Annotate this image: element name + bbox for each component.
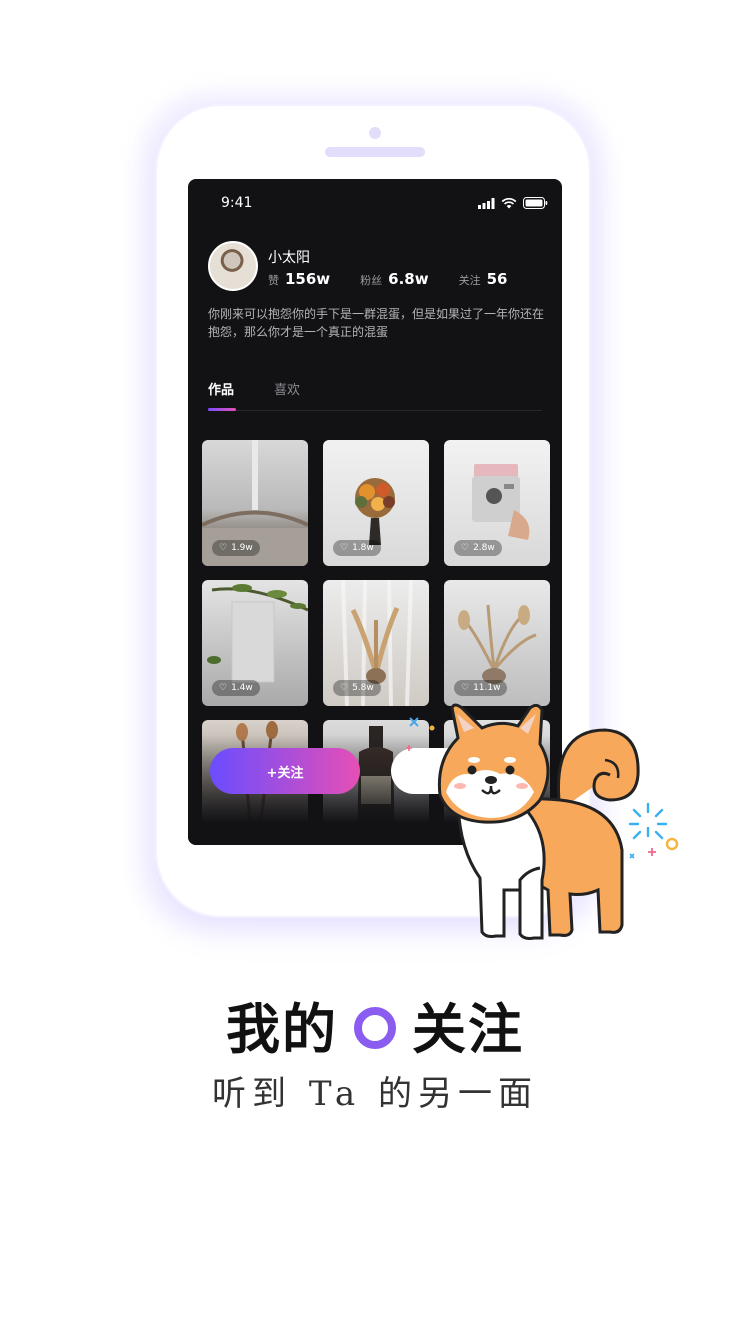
headline: 我的 关注 [0, 985, 750, 1064]
stat-fans[interactable]: 粉丝 6.8w [360, 270, 428, 288]
status-time: 9:41 [221, 195, 253, 211]
wifi-icon [501, 197, 517, 208]
tab-works[interactable]: 作品 [208, 379, 234, 398]
like-count-badge: ♡ 1.8w [333, 540, 381, 556]
profile-stats: 赞 156w 粉丝 6.8w 关注 56 [268, 270, 537, 288]
ring-sparkle-icon [665, 837, 679, 851]
like-count: 11.1w [473, 683, 501, 693]
sparkle-dot-icon [429, 725, 435, 731]
like-count: 1.4w [231, 683, 253, 693]
follow-button[interactable]: +关注 [210, 748, 360, 794]
sparkle-icon [629, 853, 635, 859]
work-card[interactable]: ♡ 5.8w [323, 580, 429, 706]
work-card[interactable]: ♡ 2.8w [444, 440, 550, 566]
stat-likes-label: 赞 [268, 274, 279, 287]
like-count: 1.9w [231, 543, 253, 553]
ring-icon [354, 1006, 396, 1049]
phone-speaker [325, 147, 425, 157]
stat-fans-value: 6.8w [388, 270, 429, 288]
work-card[interactable]: ♡ 1.9w [202, 440, 308, 566]
phone-camera [369, 127, 381, 139]
stat-likes: 赞 156w [268, 270, 330, 288]
profile-tabs: 作品 喜欢 [208, 379, 300, 398]
sparkle-plus-icon [648, 848, 656, 856]
stat-fans-label: 粉丝 [360, 274, 383, 287]
like-count: 5.8w [352, 683, 374, 693]
sparkle-icon [409, 717, 419, 727]
like-count-badge: ♡ 1.4w [212, 680, 260, 696]
heart-icon: ♡ [461, 543, 470, 553]
heart-icon: ♡ [219, 683, 228, 693]
stat-likes-value: 156w [285, 270, 331, 288]
status-icons [478, 197, 548, 209]
work-card[interactable]: ♡ 1.4w [202, 580, 308, 706]
battery-icon [523, 197, 548, 209]
like-count-badge: ♡ 5.8w [333, 680, 381, 696]
signal-icon [478, 197, 495, 209]
stat-following-value: 56 [486, 270, 508, 288]
burst-icon [628, 802, 668, 840]
headline-right: 关注 [412, 997, 524, 1061]
heart-icon: ♡ [340, 543, 349, 553]
heart-icon: ♡ [219, 543, 228, 553]
work-card[interactable]: ♡ 11.1w [444, 580, 550, 706]
like-count: 1.8w [352, 543, 374, 553]
tagline: 听到 Ta 的另一面 [212, 1074, 538, 1114]
shiba-dog-illustration [406, 703, 679, 940]
like-count-badge: ♡ 11.1w [454, 680, 508, 696]
like-count: 2.8w [473, 543, 495, 553]
work-card[interactable]: ♡ 1.8w [323, 440, 429, 566]
tab-divider [208, 410, 542, 411]
like-count-badge: ♡ 2.8w [454, 540, 502, 556]
like-count-badge: ♡ 1.9w [212, 540, 260, 556]
profile-bio: 你刚来可以抱怨你的手下是一群混蛋，但是如果过了一年你还在抱怨，那么你才是一个真正… [208, 307, 545, 339]
avatar[interactable] [208, 241, 258, 291]
stat-following-label: 关注 [458, 274, 481, 287]
heart-icon: ♡ [461, 683, 470, 693]
headline-left: 我的 [226, 997, 338, 1061]
stat-following[interactable]: 关注 56 [459, 270, 508, 288]
heart-icon: ♡ [340, 683, 349, 693]
sparkle-plus-icon [406, 745, 412, 751]
tab-likes[interactable]: 喜欢 [274, 379, 300, 398]
username: 小太阳 [268, 250, 310, 266]
tab-active-indicator [208, 408, 236, 411]
